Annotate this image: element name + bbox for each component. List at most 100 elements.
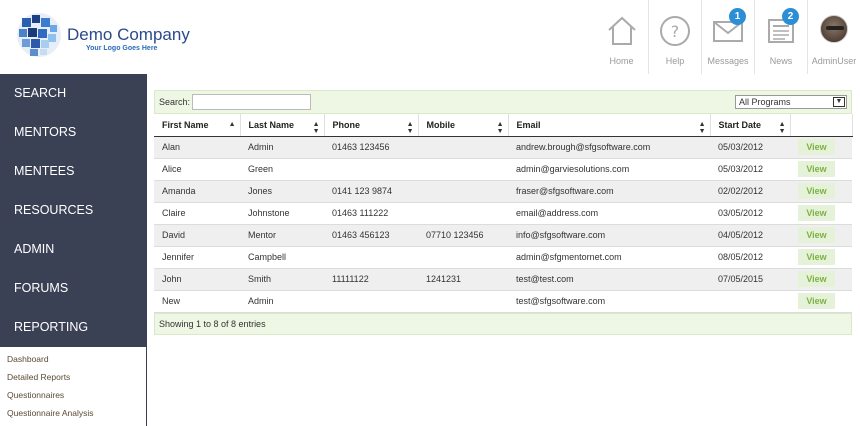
table-header-row: First Name ▲ Last Name ▲ ▼ Phone ▲ ▼ Mobile ▲ ▼… [154,114,853,137]
cell-phone [324,290,418,313]
table-row: John Smith 11111122 1241231 test@test.co… [154,268,852,291]
cell-last-name: Admin [240,290,324,313]
cell-email: test@test.com [508,268,710,291]
nav-news[interactable]: 2 News [754,0,807,74]
table-row: Amanda Jones 0141 123 9874 fraser@sfgsof… [154,180,852,203]
search-input[interactable] [192,94,311,110]
nav-user-label: AdminUser [811,56,857,66]
submenu-item-questionnaires[interactable]: Questionnaires [0,386,146,404]
nav-help[interactable]: ? Help [648,0,701,74]
sort-icon: ▲ ▼ [406,121,414,135]
cell-email: info@sfgsoftware.com [508,224,710,247]
submenu-item-detailed-reports[interactable]: Detailed Reports [0,368,146,386]
top-navigation: Home ? Help 1 Messages 2 News AdminUser [595,0,860,74]
view-button[interactable]: View [798,293,835,309]
view-button[interactable]: View [798,271,835,287]
cell-mobile [418,158,508,181]
cell-last-name: Jones [240,180,324,203]
cell-phone: 01463 456123 [324,224,418,247]
sidebar-item-search[interactable]: SEARCH [0,74,147,113]
cell-action: View [790,246,852,269]
nav-user[interactable]: AdminUser [807,0,860,74]
cell-start-date [710,290,790,313]
cell-start-date: 03/05/2012 [710,202,790,225]
cell-first-name: Alice [154,158,240,181]
column-header-label: Last Name [248,119,295,130]
home-icon [607,16,636,45]
nav-home-label: Home [609,56,634,66]
cell-start-date: 07/05/2015 [710,268,790,291]
company-name: Demo Company [67,25,190,44]
sort-icon: ▲ ▼ [698,121,706,135]
cell-action: View [790,136,852,159]
table-row: Claire Johnstone 01463 111222 email@addr… [154,202,852,225]
cell-start-date: 02/02/2012 [710,180,790,203]
column-header-phone[interactable]: Phone ▲ ▼ [324,114,419,137]
reporting-submenu: Dashboard Detailed Reports Questionnaire… [0,347,146,426]
view-button[interactable]: View [798,139,835,155]
view-button[interactable]: View [798,183,835,199]
sidebar-item-admin[interactable]: ADMIN [0,230,147,269]
nav-home[interactable]: Home [595,0,648,74]
program-select[interactable]: All Programs ▼ [735,95,847,109]
cell-first-name: Alan [154,136,240,159]
column-header-email[interactable]: Email ▲ ▼ [508,114,711,137]
column-header-label: Mobile [426,119,456,130]
table-row: Alan Admin 01463 123456 andrew.brough@sf… [154,136,852,159]
people-table: First Name ▲ Last Name ▲ ▼ Phone ▲ ▼ Mobile ▲ ▼… [154,114,853,313]
cell-first-name: John [154,268,240,291]
cell-mobile [418,290,508,313]
submenu-item-questionnaire-analysis[interactable]: Questionnaire Analysis [0,404,146,422]
table-body: Alan Admin 01463 123456 andrew.brough@sf… [154,136,852,313]
sidebar-item-mentees[interactable]: MENTEES [0,152,147,191]
chevron-down-icon: ▼ [833,97,845,107]
puzzle-globe-icon [17,13,61,57]
view-button[interactable]: View [798,227,835,243]
submenu-item-dashboard[interactable]: Dashboard [0,350,146,368]
nav-help-label: Help [665,56,685,66]
main-content: Search: All Programs ▼ First Name ▲ Last … [154,90,853,335]
cell-first-name: New [154,290,240,313]
cell-last-name: Campbell [240,246,324,269]
sidebar-item-forums[interactable]: FORUMS [0,269,147,308]
cell-last-name: Admin [240,136,324,159]
sidebar-item-mentors[interactable]: MENTORS [0,113,147,152]
sort-asc-icon: ▲ [228,121,236,128]
cell-phone: 01463 123456 [324,136,418,159]
column-header-mobile[interactable]: Mobile ▲ ▼ [418,114,509,137]
sort-icon: ▲ ▼ [778,121,786,135]
cell-action: View [790,224,852,247]
table-row: New Admin test@sfgsoftware.com View [154,290,852,313]
cell-email: email@address.com [508,202,710,225]
cell-mobile [418,136,508,159]
news-badge: 2 [782,8,799,25]
messages-badge: 1 [729,8,746,25]
sidebar: SEARCH MENTORS MENTEES RESOURCES ADMIN F… [0,74,147,426]
column-header-start-date[interactable]: Start Date ▲ ▼ [710,114,791,137]
table-row: Jennifer Campbell admin@sfgmentornet.com… [154,246,852,269]
cell-last-name: Johnstone [240,202,324,225]
cell-last-name: Green [240,158,324,181]
company-logo[interactable]: Demo Company Your Logo Goes Here [14,10,194,62]
program-select-value: All Programs [739,97,791,107]
cell-first-name: David [154,224,240,247]
sidebar-item-resources[interactable]: RESOURCES [0,191,147,230]
cell-phone: 01463 111222 [324,202,418,225]
app-window: Demo Company Your Logo Goes Here Home ? … [0,0,860,426]
column-header-first-name[interactable]: First Name ▲ [154,114,241,137]
cell-start-date: 08/05/2012 [710,246,790,269]
view-button[interactable]: View [798,161,835,177]
column-header-actions [790,114,853,137]
company-tagline: Your Logo Goes Here [86,45,158,52]
view-button[interactable]: View [798,249,835,265]
cell-first-name: Claire [154,202,240,225]
column-header-label: Email [516,119,541,130]
cell-first-name: Jennifer [154,246,240,269]
view-button[interactable]: View [798,205,835,221]
cell-start-date: 05/03/2012 [710,158,790,181]
nav-messages[interactable]: 1 Messages [701,0,754,74]
table-row: Alice Green admin@garviesolutions.com 05… [154,158,852,181]
cell-email: fraser@sfgsoftware.com [508,180,710,203]
column-header-last-name[interactable]: Last Name ▲ ▼ [240,114,325,137]
sidebar-item-reporting[interactable]: REPORTING [0,308,147,347]
